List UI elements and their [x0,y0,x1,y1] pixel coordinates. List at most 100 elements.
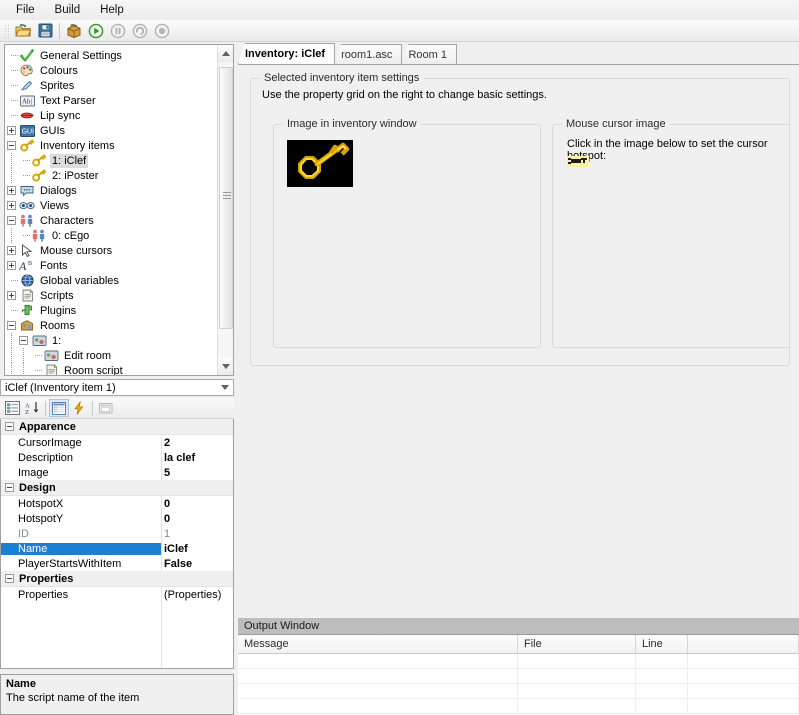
tree-node-1-iclef[interactable]: 1: iClef [5,153,217,168]
tree-expander-expanded[interactable] [7,216,16,225]
property-category-label: Apparence [19,420,76,433]
property-value[interactable]: False [161,558,233,570]
menu-build[interactable]: Build [45,1,91,19]
property-row-playerstartswithitem[interactable]: PlayerStartsWithItem False [1,556,233,571]
category-collapse-icon[interactable] [5,422,14,431]
scroll-up-button[interactable] [218,45,233,62]
tree-node-1[interactable]: 1: [5,333,217,348]
tree-node-2-iposter[interactable]: 2: iPoster [5,168,217,183]
property-value[interactable]: 0 [161,498,233,510]
output-grid[interactable]: Message File Line [238,634,799,715]
tree-node-text-parser[interactable]: Ab| Text Parser [5,93,217,108]
events-button[interactable] [69,399,89,417]
tree-expander-collapsed[interactable] [7,261,16,270]
tree-node-lip-sync[interactable]: Lip sync [5,108,217,123]
tree-node-views[interactable]: Views [5,198,217,213]
object-selector-combo[interactable]: iClef (Inventory item 1) [0,379,234,396]
output-window-title: Output Window [244,620,320,632]
tree-node-label: Scripts [40,289,74,302]
menu-file[interactable]: File [6,1,45,19]
script-icon [19,288,35,303]
property-value[interactable]: 0 [161,513,233,525]
tree-node-0-cego[interactable]: 0: cEgo [5,228,217,243]
dialog-icon [19,183,35,198]
inventory-key-sprite[interactable] [287,140,353,187]
tab-room1-asc[interactable]: room1.asc [334,44,403,64]
toolbar-grip[interactable] [3,22,10,39]
save-button[interactable] [34,21,56,41]
run-button[interactable] [85,21,107,41]
tree-expander-collapsed[interactable] [7,246,16,255]
category-collapse-icon[interactable] [5,574,14,583]
tree-expander-collapsed[interactable] [7,291,16,300]
property-row-cursorimage[interactable]: CursorImage 2 [1,435,233,450]
category-collapse-icon[interactable] [5,483,14,492]
property-row-id[interactable]: ID 1 [1,526,233,541]
tree-node-fonts[interactable]: A B Fonts [5,258,217,273]
menu-help[interactable]: Help [90,1,134,19]
properties-button[interactable] [49,399,69,417]
property-value[interactable]: 5 [161,467,233,479]
tree-expander-expanded[interactable] [7,321,16,330]
property-row-hotspoty[interactable]: HotspotY 0 [1,511,233,526]
inventory-settings-group-title: Selected inventory item settings [260,72,424,84]
property-row-hotspotx[interactable]: HotspotX 0 [1,496,233,511]
tree-scrollbar[interactable] [217,45,233,375]
tree-expander-expanded[interactable] [7,141,16,150]
tree-expander-expanded[interactable] [19,336,28,345]
tree-indent [19,363,31,375]
tab-room-1[interactable]: Room 1 [401,44,457,64]
output-column-line[interactable]: Line [636,635,688,653]
scroll-down-button[interactable] [218,358,233,375]
tree-expander-collapsed[interactable] [7,186,16,195]
tree-expander-collapsed[interactable] [7,126,16,135]
open-folder-button[interactable] [12,21,34,41]
tree-node-mouse-cursors[interactable]: Mouse cursors [5,243,217,258]
tree-node-inventory-items[interactable]: Inventory items [5,138,217,153]
property-category-design[interactable]: Design [1,480,233,496]
output-column-message[interactable]: Message [238,635,518,653]
categorized-view-button[interactable] [2,399,22,417]
output-column-file[interactable]: File [518,635,636,653]
property-value[interactable]: (Properties) [161,589,233,601]
cursor-hotspot-hint: Click in the image below to set the curs… [567,138,768,162]
tree-node-label: 1: iClef [50,153,89,168]
property-category-properties[interactable]: Properties [1,571,233,587]
tree-expander-collapsed[interactable] [7,201,16,210]
tree-node-characters[interactable]: Characters [5,213,217,228]
project-tree[interactable]: General Settings Colours Sprites Ab| Text Pa… [5,45,217,375]
property-row-name[interactable]: Name iClef [1,541,233,556]
tree-node-room-script[interactable]: Room script [5,363,217,375]
tree-node-plugins[interactable]: Plugins [5,303,217,318]
inventory-settings-hint: Use the property grid on the right to ch… [262,89,547,101]
property-row-image[interactable]: Image 5 [1,465,233,480]
tree-node-general-settings[interactable]: General Settings [5,48,217,63]
output-column-blank[interactable] [688,635,799,653]
tree-node-rooms[interactable]: Rooms [5,318,217,333]
sort-az-icon: A Z [25,401,40,415]
tree-node-scripts[interactable]: Scripts [5,288,217,303]
tree-node-guis[interactable]: GUI GUIs [5,123,217,138]
pg-toolbar-separator-2 [92,400,93,416]
tree-node-global-variables[interactable]: Global variables [5,273,217,288]
svg-text:Z: Z [25,409,29,415]
build-package-button[interactable] [63,21,85,41]
cursor-sprite[interactable] [567,156,589,167]
tree-node-sprites[interactable]: Sprites [5,78,217,93]
property-grid[interactable]: Apparence CursorImage 2 Description la clef I… [0,419,234,669]
combo-arrow-button[interactable] [217,380,233,395]
property-value[interactable]: iClef [161,543,233,555]
property-value[interactable]: la clef [161,452,233,464]
property-row-description[interactable]: Description la clef [1,450,233,465]
property-category-apparence[interactable]: Apparence [1,419,233,435]
tree-node-edit-room[interactable]: Edit room [5,348,217,363]
alphabetical-sort-button[interactable]: A Z [22,399,42,417]
tree-node-dialogs[interactable]: Dialogs [5,183,217,198]
property-value[interactable]: 2 [161,437,233,449]
tree-node-colours[interactable]: Colours [5,63,217,78]
scrollbar-thumb[interactable] [219,67,233,329]
tab-inventory-iclef[interactable]: Inventory: iClef [238,43,336,64]
property-value[interactable]: 1 [161,528,233,540]
property-category-label: Properties [19,572,74,585]
property-row-properties[interactable]: Properties (Properties) [1,587,233,602]
